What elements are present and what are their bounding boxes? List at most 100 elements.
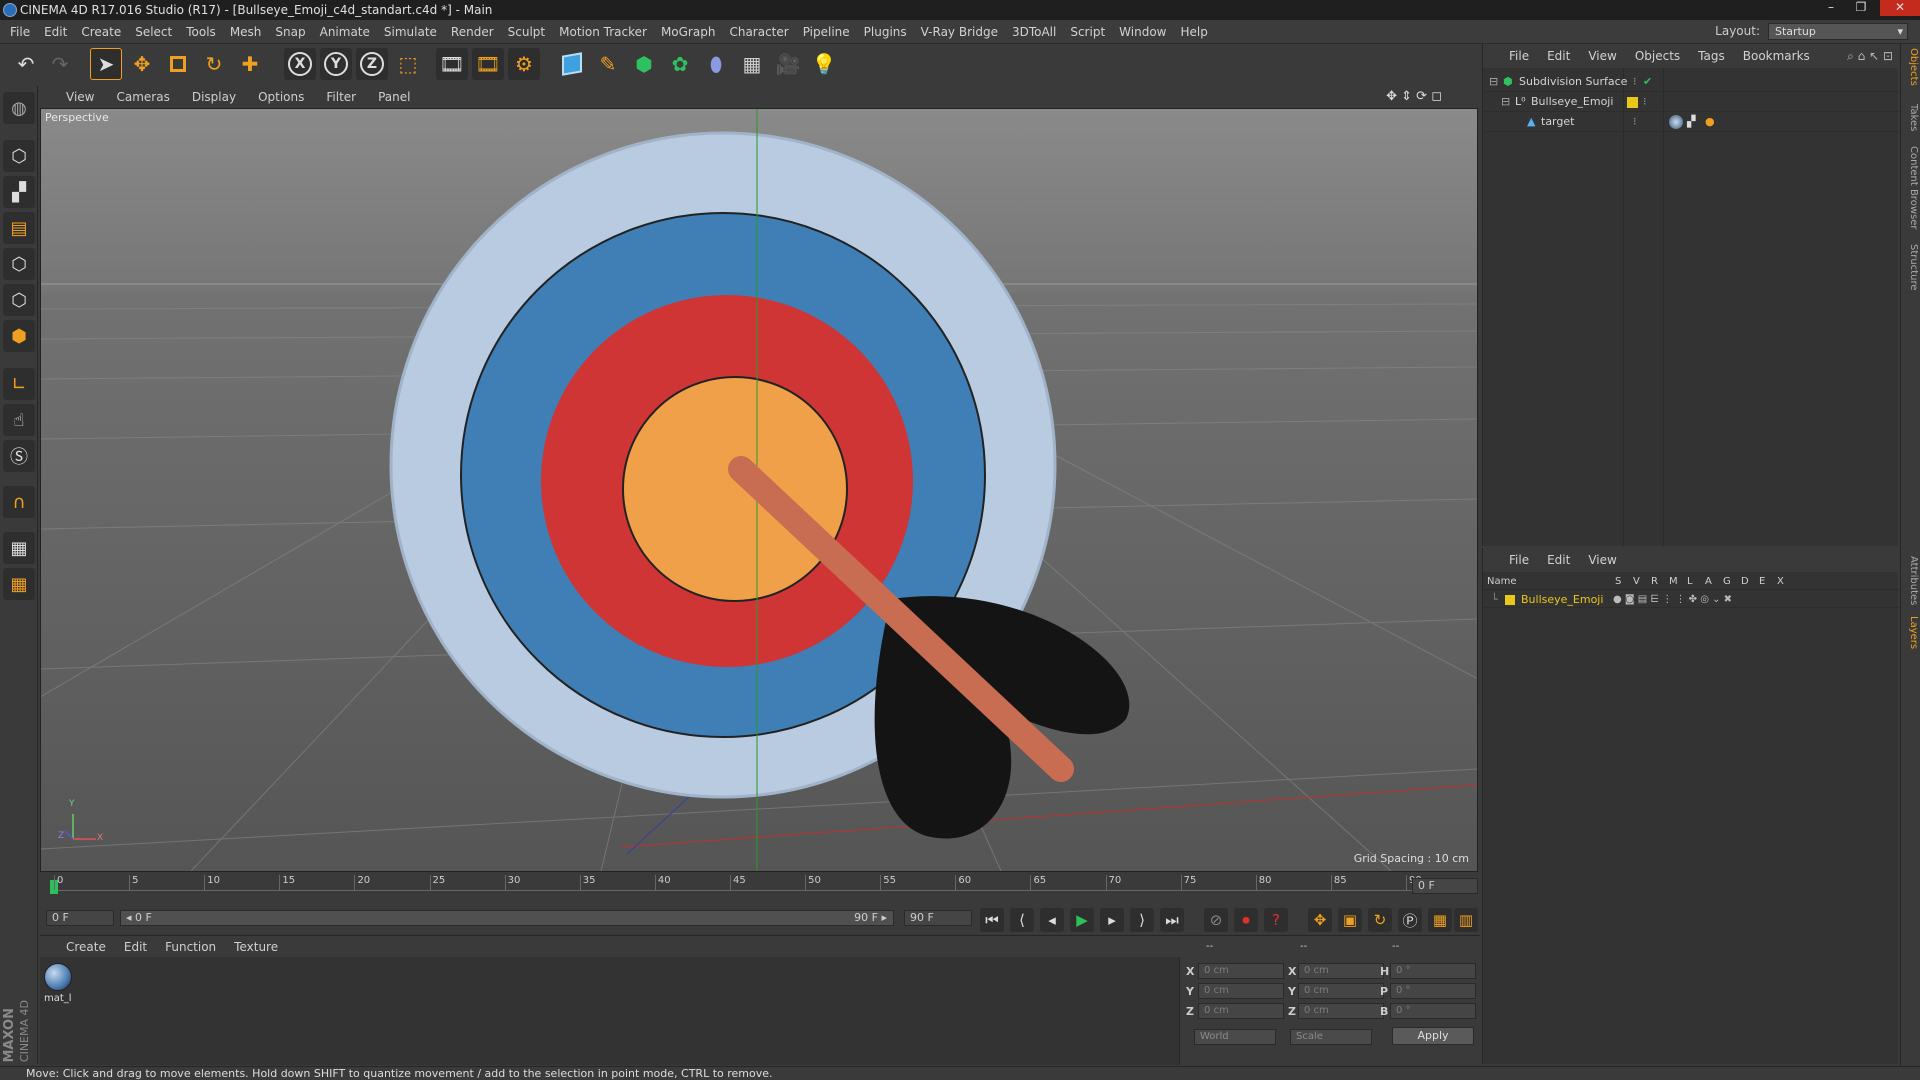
- vp-menu-view[interactable]: View: [66, 90, 94, 104]
- menu-script[interactable]: Script: [1070, 25, 1105, 39]
- x-axis-button[interactable]: X: [284, 48, 316, 80]
- coord-mode-select[interactable]: World: [1194, 1029, 1276, 1045]
- tab-content-browser[interactable]: Content Browser: [1903, 146, 1919, 229]
- menu-mograph[interactable]: MoGraph: [661, 25, 716, 39]
- next-key-icon[interactable]: ⟩: [1130, 908, 1154, 932]
- layer-color-swatch[interactable]: [1627, 97, 1638, 108]
- menu-character[interactable]: Character: [729, 25, 788, 39]
- tab-attributes[interactable]: Attributes: [1903, 556, 1919, 605]
- render-to-picture-viewer-icon[interactable]: 🎞: [472, 48, 504, 80]
- layer-menu-edit[interactable]: Edit: [1547, 553, 1570, 567]
- timeline-window-icon[interactable]: ▥: [1454, 908, 1478, 932]
- maximize-button[interactable]: ❐: [1848, 0, 1874, 16]
- tab-objects[interactable]: Objects: [1903, 48, 1919, 86]
- rotation-p-field[interactable]: 0 °: [1390, 983, 1476, 999]
- timeline-ruler[interactable]: 0 5 10 15 20 25 30 35 40 45 50 55 60 65 …: [40, 872, 1480, 900]
- tweak-mode-icon[interactable]: ☝: [3, 404, 35, 436]
- start-frame-field[interactable]: 0 F: [46, 910, 114, 926]
- cloner-icon[interactable]: ✿: [664, 48, 696, 80]
- rotate-tool-icon[interactable]: ↻: [198, 48, 230, 80]
- prev-key-icon[interactable]: ⟨: [1010, 908, 1034, 932]
- menu-mesh[interactable]: Mesh: [230, 25, 262, 39]
- menu-render[interactable]: Render: [451, 25, 494, 39]
- menu-help[interactable]: Help: [1180, 25, 1207, 39]
- transform-tool-icon[interactable]: ✚: [234, 48, 266, 80]
- deformer-icon[interactable]: ⬮: [700, 48, 732, 80]
- layer-color-swatch[interactable]: [1505, 595, 1515, 605]
- vp-menu-filter[interactable]: Filter: [326, 90, 356, 104]
- menu-tools[interactable]: Tools: [186, 25, 216, 39]
- tab-structure[interactable]: Structure: [1903, 244, 1919, 291]
- rotation-b-field[interactable]: 0 °: [1390, 1003, 1476, 1019]
- object-manager-nav-icons[interactable]: ⌕ ⌂ ↖ ⊡: [1847, 49, 1893, 64]
- goto-end-icon[interactable]: ⏭: [1160, 908, 1184, 932]
- end-frame-field[interactable]: 90 F: [904, 910, 972, 926]
- obj-menu-tags[interactable]: Tags: [1698, 49, 1725, 63]
- position-x-field[interactable]: 0 cm: [1198, 963, 1284, 979]
- points-mode-icon[interactable]: ⬡: [3, 248, 35, 280]
- model-mode-icon[interactable]: ⬡: [3, 140, 35, 172]
- menu-file[interactable]: File: [10, 25, 30, 39]
- menu-plugins[interactable]: Plugins: [864, 25, 907, 39]
- visibility-dots[interactable]: ⁝: [1633, 112, 1637, 132]
- snapping-icon[interactable]: Ⓢ: [3, 440, 35, 472]
- vp-menu-options[interactable]: Options: [258, 90, 304, 104]
- coordinate-system-icon[interactable]: ⬚: [392, 48, 424, 80]
- grid-snap-icon[interactable]: ▦: [3, 568, 35, 600]
- light-icon[interactable]: 💡: [808, 48, 840, 80]
- menu-window[interactable]: Window: [1119, 25, 1166, 39]
- menu-sculpt[interactable]: Sculpt: [508, 25, 545, 39]
- collapse-icon[interactable]: ⊟: [1489, 72, 1498, 92]
- undo-icon[interactable]: ↶: [10, 48, 42, 80]
- prev-frame-icon[interactable]: ◂: [1040, 908, 1064, 932]
- visibility-dots[interactable]: ⁝: [1633, 72, 1637, 92]
- keyframe-selection-icon[interactable]: ?: [1264, 908, 1288, 932]
- mat-menu-texture[interactable]: Texture: [234, 940, 278, 954]
- mat-menu-function[interactable]: Function: [165, 940, 216, 954]
- minimize-button[interactable]: –: [1818, 0, 1844, 16]
- autokey-icon[interactable]: ⏺: [1234, 908, 1258, 932]
- goto-start-icon[interactable]: ⏮: [980, 908, 1004, 932]
- workplane-lock-icon[interactable]: ▦: [3, 532, 35, 564]
- visibility-dots[interactable]: ⁝: [1643, 92, 1647, 112]
- obj-menu-view[interactable]: View: [1588, 49, 1616, 63]
- obj-menu-file[interactable]: File: [1509, 49, 1529, 63]
- apply-button[interactable]: Apply: [1392, 1027, 1474, 1045]
- coord-type-select[interactable]: Scale: [1290, 1029, 1372, 1045]
- vp-menu-panel[interactable]: Panel: [378, 90, 410, 104]
- cube-object-icon[interactable]: [556, 48, 588, 80]
- close-button[interactable]: ✕: [1880, 0, 1920, 16]
- render-view-icon[interactable]: 🎞: [436, 48, 468, 80]
- obj-menu-bookmarks[interactable]: Bookmarks: [1743, 49, 1810, 63]
- phong-tag-icon[interactable]: ●: [1705, 112, 1715, 132]
- tab-takes[interactable]: Takes: [1903, 104, 1919, 131]
- menu-pipeline[interactable]: Pipeline: [803, 25, 850, 39]
- menu-create[interactable]: Create: [81, 25, 121, 39]
- perspective-viewport[interactable]: Perspective Grid Spacing : 10 cm Y X Z: [40, 108, 1478, 872]
- obj-menu-objects[interactable]: Objects: [1635, 49, 1680, 63]
- key-parameter-icon[interactable]: Ⓟ: [1398, 908, 1422, 932]
- key-scale-icon[interactable]: ▣: [1338, 908, 1362, 932]
- vp-menu-cameras[interactable]: Cameras: [116, 90, 169, 104]
- live-selection-icon[interactable]: ➤: [90, 48, 122, 80]
- camera-icon[interactable]: 🎥: [772, 48, 804, 80]
- layout-select[interactable]: Startup ▾: [1768, 23, 1908, 40]
- menu-edit[interactable]: Edit: [44, 25, 67, 39]
- obj-menu-edit[interactable]: Edit: [1547, 49, 1570, 63]
- material-preview-sphere[interactable]: [44, 963, 72, 991]
- record-icon[interactable]: ⊘: [1204, 908, 1228, 932]
- collapse-icon[interactable]: ⊟: [1501, 92, 1510, 112]
- position-z-field[interactable]: 0 cm: [1198, 1003, 1284, 1019]
- next-frame-icon[interactable]: ▸: [1100, 908, 1124, 932]
- menu-simulate[interactable]: Simulate: [384, 25, 437, 39]
- key-position-icon[interactable]: ✥: [1308, 908, 1332, 932]
- menu-animate[interactable]: Animate: [320, 25, 370, 39]
- object-row-bullseye[interactable]: ⊟ L⁰ Bullseye_Emoji ⁝: [1483, 92, 1899, 112]
- layer-menu-view[interactable]: View: [1588, 553, 1616, 567]
- preview-range-slider[interactable]: ◂ 0 F 90 F ▸: [120, 910, 894, 926]
- rotation-h-field[interactable]: 0 °: [1390, 963, 1476, 979]
- move-tool-icon[interactable]: ✥: [126, 48, 158, 80]
- spline-pen-icon[interactable]: ✎: [592, 48, 624, 80]
- timeline-track[interactable]: 0 5 10 15 20 25 30 35 40 45 50 55 60 65 …: [50, 875, 1422, 896]
- z-axis-button[interactable]: Z: [356, 48, 388, 80]
